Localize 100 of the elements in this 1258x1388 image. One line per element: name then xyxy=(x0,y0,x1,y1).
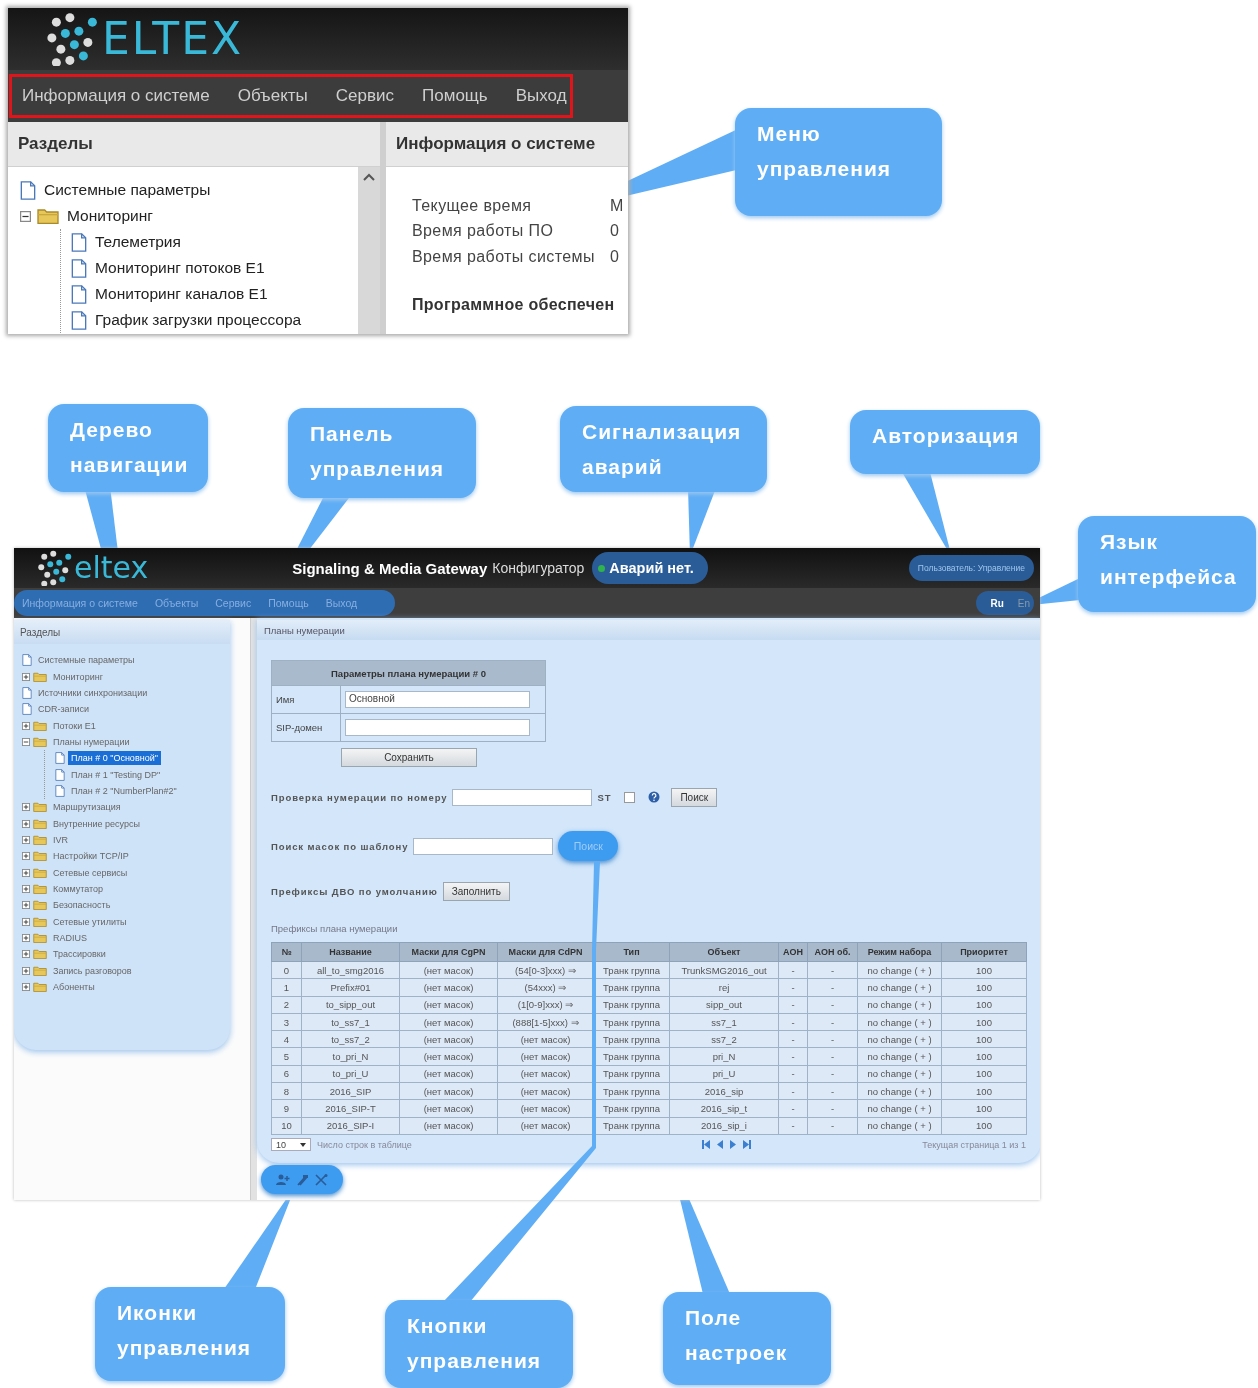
tree-item[interactable]: Маршрутизация xyxy=(50,800,124,815)
tree-item[interactable]: Системные параметры xyxy=(35,653,138,668)
tree-item[interactable]: Мониторинг xyxy=(65,207,155,225)
previous-page-icon[interactable] xyxy=(716,1140,723,1150)
expand-icon[interactable] xyxy=(22,803,30,812)
input-field[interactable] xyxy=(413,837,554,855)
checkbox[interactable] xyxy=(624,791,636,803)
collapse-icon[interactable] xyxy=(20,210,31,222)
alarm-status: Аварий нет. xyxy=(592,552,708,584)
status-dot xyxy=(598,564,606,572)
tree-item[interactable]: Трассировки xyxy=(50,947,109,962)
tree-item[interactable]: Мониторинг потоков E1 xyxy=(93,259,267,277)
tree-item[interactable]: Безопасность xyxy=(50,898,114,913)
page-title: Планы нумерации xyxy=(257,620,1040,640)
file-icon xyxy=(71,284,87,304)
tree-item[interactable]: Телеметрия xyxy=(93,233,183,251)
page-size-label: Число строк в таблице xyxy=(317,1139,412,1150)
menu-item[interactable]: Объекты xyxy=(237,86,308,106)
next-page-icon[interactable] xyxy=(729,1140,736,1150)
expand-icon[interactable] xyxy=(22,885,30,893)
tree-item[interactable]: Коммутатор xyxy=(50,882,107,896)
column-header[interactable]: Маски для CgPN xyxy=(399,942,498,962)
product-title: Signaling & Media Gateway xyxy=(292,559,488,577)
tree-item[interactable]: Запись разговоров xyxy=(50,963,135,978)
tree-item[interactable]: Сетевые сервисы xyxy=(50,865,131,880)
info-value: 0 xyxy=(610,222,620,241)
expand-icon[interactable] xyxy=(22,721,30,730)
folder-icon xyxy=(33,982,47,993)
column-header[interactable]: АОН об. xyxy=(807,942,858,962)
expand-icon[interactable] xyxy=(22,934,30,942)
tree-item[interactable]: RADIUS xyxy=(50,931,90,945)
section-heading: Программное обеспечен xyxy=(412,295,616,314)
callout: Меню управления xyxy=(735,108,942,216)
expand-icon[interactable] xyxy=(22,950,30,959)
tree-item[interactable]: Настройки TCP/IP xyxy=(50,849,132,864)
input-field[interactable]: Основной xyxy=(345,691,530,708)
logo-icon xyxy=(44,12,98,66)
tree-item[interactable]: Сетевые утилиты xyxy=(50,914,130,929)
logo-text: eltex xyxy=(74,553,149,583)
field-label: Префиксы ДВО по умолчанию xyxy=(271,885,438,897)
column-header[interactable]: Режим набора xyxy=(857,942,942,962)
column-header[interactable]: АОН xyxy=(778,942,808,962)
menu-item[interactable]: Выход xyxy=(515,86,567,106)
column-header[interactable]: № xyxy=(271,942,302,962)
tree-item[interactable]: График загрузки процессора xyxy=(93,311,304,329)
tree-item[interactable]: Мониторинг каналов E1 xyxy=(93,285,270,303)
expand-icon[interactable] xyxy=(22,672,30,681)
expand-icon[interactable] xyxy=(22,983,30,992)
panel-title: Информация о системе xyxy=(386,122,628,167)
logo-text: ELTEX xyxy=(102,17,244,61)
tree-item[interactable]: План # 0 "Основной" xyxy=(68,751,161,766)
info-value: 0 xyxy=(610,247,620,266)
tree-item[interactable]: Источники синхронизации xyxy=(35,685,151,700)
folder-icon xyxy=(33,671,47,682)
language-option[interactable]: Ru xyxy=(990,597,1004,609)
field-label: SIP-домен xyxy=(271,713,341,742)
expand-icon[interactable] xyxy=(22,868,30,877)
expand-icon[interactable] xyxy=(22,819,30,828)
menu-item[interactable]: Информация о системе xyxy=(22,86,210,106)
column-header[interactable]: Тип xyxy=(593,942,670,962)
tree-item[interactable]: Системные параметры xyxy=(42,181,213,199)
column-header[interactable]: Объект xyxy=(669,942,779,962)
input-field[interactable] xyxy=(345,719,530,736)
tree-item[interactable]: Абоненты xyxy=(50,980,98,995)
file-icon xyxy=(71,258,87,278)
expand-icon[interactable] xyxy=(22,917,30,926)
expand-icon[interactable] xyxy=(22,901,30,910)
menu-item[interactable]: Помощь xyxy=(422,86,488,106)
column-header[interactable]: Приоритет xyxy=(941,942,1027,962)
tree-item[interactable]: Планы нумерации xyxy=(50,734,133,749)
expand-icon[interactable] xyxy=(22,852,30,861)
file-icon xyxy=(20,180,36,200)
tree-item[interactable]: Мониторинг xyxy=(50,669,106,684)
tree-item[interactable]: Потоки E1 xyxy=(50,718,99,733)
page-size-select[interactable]: 10 xyxy=(271,1138,311,1152)
column-header[interactable]: Название xyxy=(301,942,400,962)
info-label: Время работы ПО xyxy=(412,222,555,241)
tree-item[interactable]: План # 1 "Testing DP" xyxy=(68,767,164,782)
tree-item[interactable]: План # 2 "NumberPlan#2" xyxy=(68,783,180,798)
expand-icon[interactable] xyxy=(22,835,30,844)
last-page-icon[interactable] xyxy=(742,1140,751,1150)
tree-item[interactable]: Внутренние ресурсы xyxy=(50,816,143,831)
first-page-icon[interactable] xyxy=(701,1140,710,1150)
search-button[interactable]: Поиск xyxy=(671,787,718,807)
folder-icon xyxy=(33,884,47,894)
folder-icon xyxy=(33,867,47,878)
input-field[interactable] xyxy=(452,788,593,806)
folder-icon xyxy=(33,916,47,927)
expand-icon[interactable] xyxy=(22,966,30,975)
user-link[interactable]: Пользователь: Управление xyxy=(908,555,1034,581)
column-header[interactable]: Маски для CdPN xyxy=(497,942,594,962)
info-label: Текущее время xyxy=(412,196,533,215)
help-icon[interactable] xyxy=(648,791,661,803)
form-title: Параметры плана нумерации # 0 xyxy=(271,660,546,686)
tree-item[interactable]: CDR-записи xyxy=(35,702,93,717)
fill-button[interactable]: Заполнить xyxy=(442,881,510,901)
menu-item[interactable]: Сервис xyxy=(335,86,394,106)
scroll-up-icon[interactable] xyxy=(363,173,375,181)
tree-item[interactable]: IVR xyxy=(50,832,71,847)
save-button[interactable]: Сохранить xyxy=(341,748,477,767)
